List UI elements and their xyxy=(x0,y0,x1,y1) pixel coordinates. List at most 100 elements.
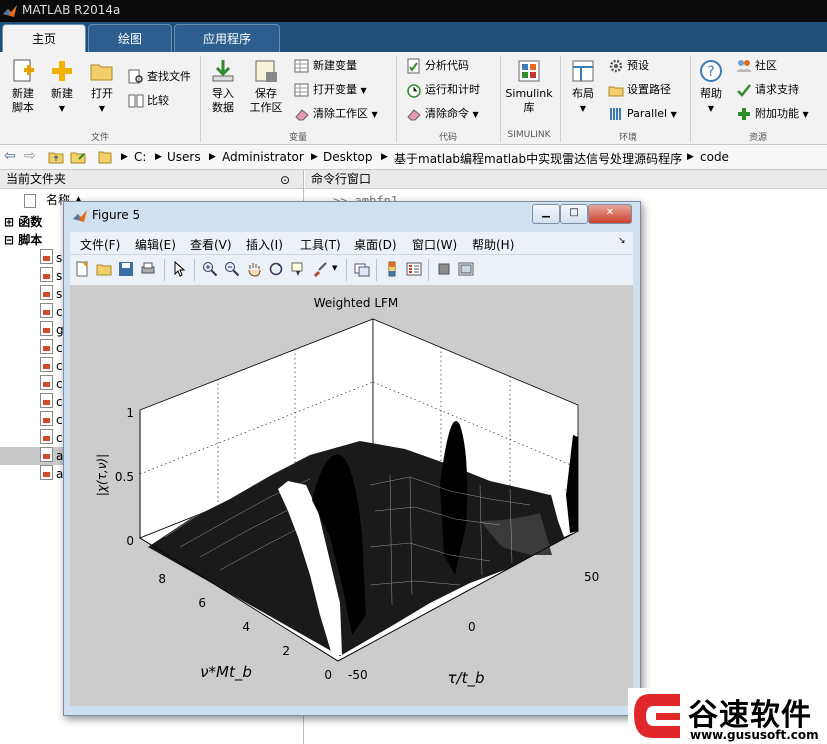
parallel-button[interactable]: Parallel ▼ xyxy=(608,105,677,123)
breadcrumb-separator: ▶ xyxy=(311,152,318,162)
layout-label: 布局 xyxy=(572,87,594,100)
breadcrumb-users[interactable]: Users xyxy=(167,150,201,164)
menu-window[interactable]: 窗口(W) xyxy=(412,236,457,253)
save-icon[interactable] xyxy=(118,261,134,277)
simulink-icon xyxy=(518,60,540,82)
matlab-logo-icon xyxy=(3,5,17,17)
brush-icon[interactable] xyxy=(312,261,328,277)
community-label: 社区 xyxy=(755,59,777,72)
parallel-label: Parallel xyxy=(627,107,668,120)
m-file-icon xyxy=(40,321,53,336)
tab-plots[interactable]: 绘图 xyxy=(88,24,172,53)
menu-help[interactable]: 帮助(H) xyxy=(472,236,514,253)
save-workspace-button[interactable]: 保存 工作区 xyxy=(246,58,286,115)
show-plot-tools-icon[interactable] xyxy=(458,261,474,277)
brush-dropdown-icon[interactable]: ▼ xyxy=(332,264,337,272)
hide-plot-tools-icon[interactable] xyxy=(436,261,452,277)
print-icon[interactable] xyxy=(140,261,156,277)
figure-window[interactable]: Figure 5 ▁ □ ✕ 文件(F) 编辑(E) 查看(V) 插入(I) 工… xyxy=(63,201,641,716)
menu-dock-arrow-icon[interactable]: ↘ xyxy=(618,236,626,246)
file-name: s xyxy=(56,269,63,283)
link-plot-icon[interactable] xyxy=(354,261,370,277)
current-folder-address-bar[interactable]: ⇦ ⇨ ▶ C: ▶ Users ▶ Administrator ▶ Deskt… xyxy=(0,145,827,170)
menu-insert[interactable]: 插入(I) xyxy=(246,236,283,253)
run-and-time-button[interactable]: 运行和计时 xyxy=(406,81,480,99)
breadcrumb-c[interactable]: C: xyxy=(134,150,146,164)
up-folder-icon[interactable] xyxy=(48,149,64,165)
toolbar-separator xyxy=(194,259,195,281)
set-path-button[interactable]: 设置路径 xyxy=(608,81,671,99)
community-icon xyxy=(737,60,751,72)
help-button[interactable]: ? 帮助 ▼ xyxy=(694,58,728,116)
new-script-label: 新建 脚本 xyxy=(12,87,34,114)
clear-commands-button[interactable]: 清除命令 ▼ xyxy=(406,105,479,123)
tab-home[interactable]: 主页 xyxy=(2,24,86,53)
breadcrumb-desktop[interactable]: Desktop xyxy=(323,150,373,164)
request-support-button[interactable]: 请求支持 xyxy=(736,81,799,99)
menu-tools[interactable]: 工具(T) xyxy=(300,236,341,253)
help-label: 帮助 xyxy=(700,87,722,100)
zoom-in-icon[interactable] xyxy=(202,261,218,277)
layout-button[interactable]: 布局 ▼ xyxy=(566,58,600,116)
import-data-button[interactable]: 导入 数据 xyxy=(206,58,240,115)
new-variable-label: 新建变量 xyxy=(313,59,357,72)
pan-hand-icon[interactable] xyxy=(246,261,262,277)
browse-folder-icon[interactable] xyxy=(70,149,86,165)
panel-menu-icon[interactable]: ⊙ xyxy=(280,171,290,189)
ribbon-tab-strip: 主页 绘图 应用程序 xyxy=(0,22,827,53)
group-functions[interactable]: ⊞ 函数 xyxy=(4,213,42,231)
mesh-3d-plot[interactable]: 1 0.5 0 8 6 4 2 0 -50 0 50 Weighted LFM … xyxy=(70,285,633,706)
menu-view[interactable]: 查看(V) xyxy=(190,236,232,253)
new-figure-icon[interactable] xyxy=(74,261,90,277)
simulink-library-button[interactable]: Simulink 库 xyxy=(504,58,554,115)
simulink-library-label: Simulink 库 xyxy=(505,87,553,114)
x-tick-label: 50 xyxy=(584,570,599,584)
new-script-button[interactable]: 新建 脚本 xyxy=(6,58,40,115)
pointer-icon[interactable] xyxy=(172,261,188,277)
clear-workspace-button[interactable]: 清除工作区 ▼ xyxy=(294,105,378,123)
run-time-icon xyxy=(407,84,421,98)
find-files-button[interactable]: 查找文件 xyxy=(128,68,191,86)
back-arrow-icon[interactable]: ⇦ xyxy=(4,148,16,164)
new-variable-button[interactable]: 新建变量 xyxy=(294,57,357,75)
menu-desktop[interactable]: 桌面(D) xyxy=(354,236,397,253)
open-file-icon[interactable] xyxy=(96,261,112,277)
clear-commands-label: 清除命令 xyxy=(425,107,469,120)
colorbar-icon[interactable] xyxy=(384,261,400,277)
tab-apps[interactable]: 应用程序 xyxy=(174,24,280,53)
add-ons-button[interactable]: 附加功能 ▼ xyxy=(736,105,809,123)
rotate-3d-icon[interactable] xyxy=(268,261,284,277)
data-cursor-icon[interactable] xyxy=(290,261,306,277)
community-button[interactable]: 社区 xyxy=(736,57,777,75)
command-window-header: 命令行窗口 xyxy=(305,170,827,189)
group-scripts[interactable]: ⊟ 脚本 xyxy=(4,231,42,249)
legend-icon[interactable] xyxy=(406,261,422,277)
figure-menu-bar: 文件(F) 编辑(E) 查看(V) 插入(I) 工具(T) 桌面(D) 窗口(W… xyxy=(70,232,633,254)
breadcrumb-code[interactable]: code xyxy=(700,150,729,164)
maximize-button[interactable]: □ xyxy=(560,204,588,224)
minimize-button[interactable]: ▁ xyxy=(532,204,560,224)
open-variable-button[interactable]: 打开变量 ▼ xyxy=(294,81,367,99)
breadcrumb-administrator[interactable]: Administrator xyxy=(222,150,304,164)
breadcrumb-project-folder[interactable]: 基于matlab编程matlab中实现雷达信号处理源码程序 xyxy=(394,150,682,167)
analyze-code-button[interactable]: 分析代码 xyxy=(406,57,469,75)
plot-area[interactable]: 1 0.5 0 8 6 4 2 0 -50 0 50 Weighted LFM … xyxy=(70,285,633,706)
preferences-button[interactable]: 预设 xyxy=(608,57,649,75)
compare-label: 比较 xyxy=(147,94,169,107)
x-tick-label: -50 xyxy=(348,668,368,682)
layout-icon xyxy=(572,60,594,82)
open-label: 打开 xyxy=(91,87,113,100)
app-title: MATLAB R2014a xyxy=(22,3,121,17)
open-button[interactable]: 打开 ▼ xyxy=(86,58,118,116)
compare-button[interactable]: 比较 xyxy=(128,92,169,110)
close-button[interactable]: ✕ xyxy=(588,204,632,224)
menu-edit[interactable]: 编辑(E) xyxy=(135,236,176,253)
app-title-bar: MATLAB R2014a xyxy=(0,0,827,22)
new-button[interactable]: 新建 ▼ xyxy=(46,58,78,116)
menu-file[interactable]: 文件(F) xyxy=(80,236,120,253)
zoom-out-icon[interactable] xyxy=(224,261,240,277)
x-axis-label: τ/t_b xyxy=(448,669,485,688)
m-file-icon xyxy=(40,429,53,444)
forward-arrow-icon[interactable]: ⇨ xyxy=(24,148,36,164)
group-label-file: 文件 xyxy=(90,133,109,143)
